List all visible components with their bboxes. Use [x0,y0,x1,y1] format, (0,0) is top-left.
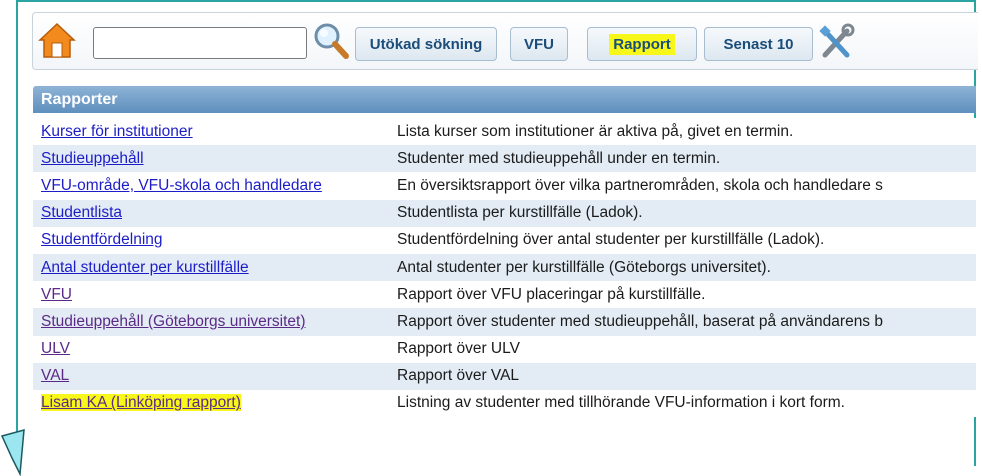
report-link-studieuppehall[interactable]: Studieuppehåll [41,150,144,167]
report-description: Rapport över VFU placeringar på kurstill… [397,285,706,303]
report-description: En översiktsrapport över vilka partnerom… [397,176,883,194]
report-link-lisam-ka[interactable]: Lisam KA (Linköping rapport) [41,394,241,412]
report-description: Studentfördelning över antal studenter p… [397,231,825,249]
report-description: Antal studenter per kurstillfälle (Göteb… [397,258,771,276]
recent-10-button[interactable]: Senast 10 [704,27,813,61]
report-link-val[interactable]: VAL [41,367,69,384]
report-link-vfu-omrade[interactable]: VFU-område, VFU-skola och handledare [41,177,322,194]
advanced-search-button[interactable]: Utökad sökning [355,27,497,61]
report-description: Rapport över studenter med studieuppehål… [397,312,883,330]
report-description: Lista kurser som institutioner är aktiva… [397,122,794,140]
report-description: Listning av studenter med tillhörande VF… [397,394,845,412]
report-description: Studentlista per kurstillfälle (Ladok). [397,204,643,222]
report-table: Kurser för institutioner Lista kurser so… [33,118,976,418]
table-row: Antal studenter per kurstillfälle Antal … [33,253,976,282]
vfu-button[interactable]: VFU [510,27,568,61]
report-label: Rapport [609,33,675,55]
report-description: Rapport över ULV [397,340,520,358]
table-row: Studentfördelning Studentfördelning över… [33,226,976,254]
search-icon[interactable] [311,21,351,61]
report-description: Rapport över VAL [397,367,520,385]
vfu-label: VFU [524,35,554,53]
recent-10-label: Senast 10 [723,35,794,53]
table-row: ULV Rapport över ULV [33,335,976,363]
table-row: Studieuppehåll Studenter med studieuppeh… [33,145,976,173]
report-link-studentlista[interactable]: Studentlista [41,204,122,221]
report-description: Studenter med studieuppehåll under en te… [397,149,721,167]
section-title: Rapporter [41,90,118,108]
table-row: Studieuppehåll (Göteborgs universitet) R… [33,308,976,336]
tools-icon[interactable] [817,23,857,61]
search-input[interactable] [93,27,307,59]
table-row: Lisam KA (Linköping rapport) Listning av… [33,389,976,418]
report-link-studentfordelning[interactable]: Studentfördelning [41,231,163,248]
table-row: VFU-område, VFU-skola och handledare En … [33,172,976,200]
cursor-icon [0,428,25,476]
report-link-vfu[interactable]: VFU [41,286,72,303]
report-link-ulv[interactable]: ULV [41,340,70,357]
report-link-studieuppehall-gu[interactable]: Studieuppehåll (Göteborgs universitet) [41,313,306,330]
report-link-kurser[interactable]: Kurser för institutioner [41,123,193,140]
table-row: Studentlista Studentlista per kurstillfä… [33,199,976,227]
table-row: Kurser för institutioner Lista kurser so… [33,118,976,146]
section-header: Rapporter [33,86,976,113]
toolbar: Utökad sökning VFU Rapport Senast 10 [32,12,978,70]
home-icon[interactable] [37,21,77,61]
table-row: VAL Rapport över VAL [33,362,976,390]
table-row: VFU Rapport över VFU placeringar på kurs… [33,281,976,309]
report-link-antal-studenter[interactable]: Antal studenter per kurstillfälle [41,259,249,276]
report-button[interactable]: Rapport [587,27,697,61]
advanced-search-label: Utökad sökning [369,35,483,53]
